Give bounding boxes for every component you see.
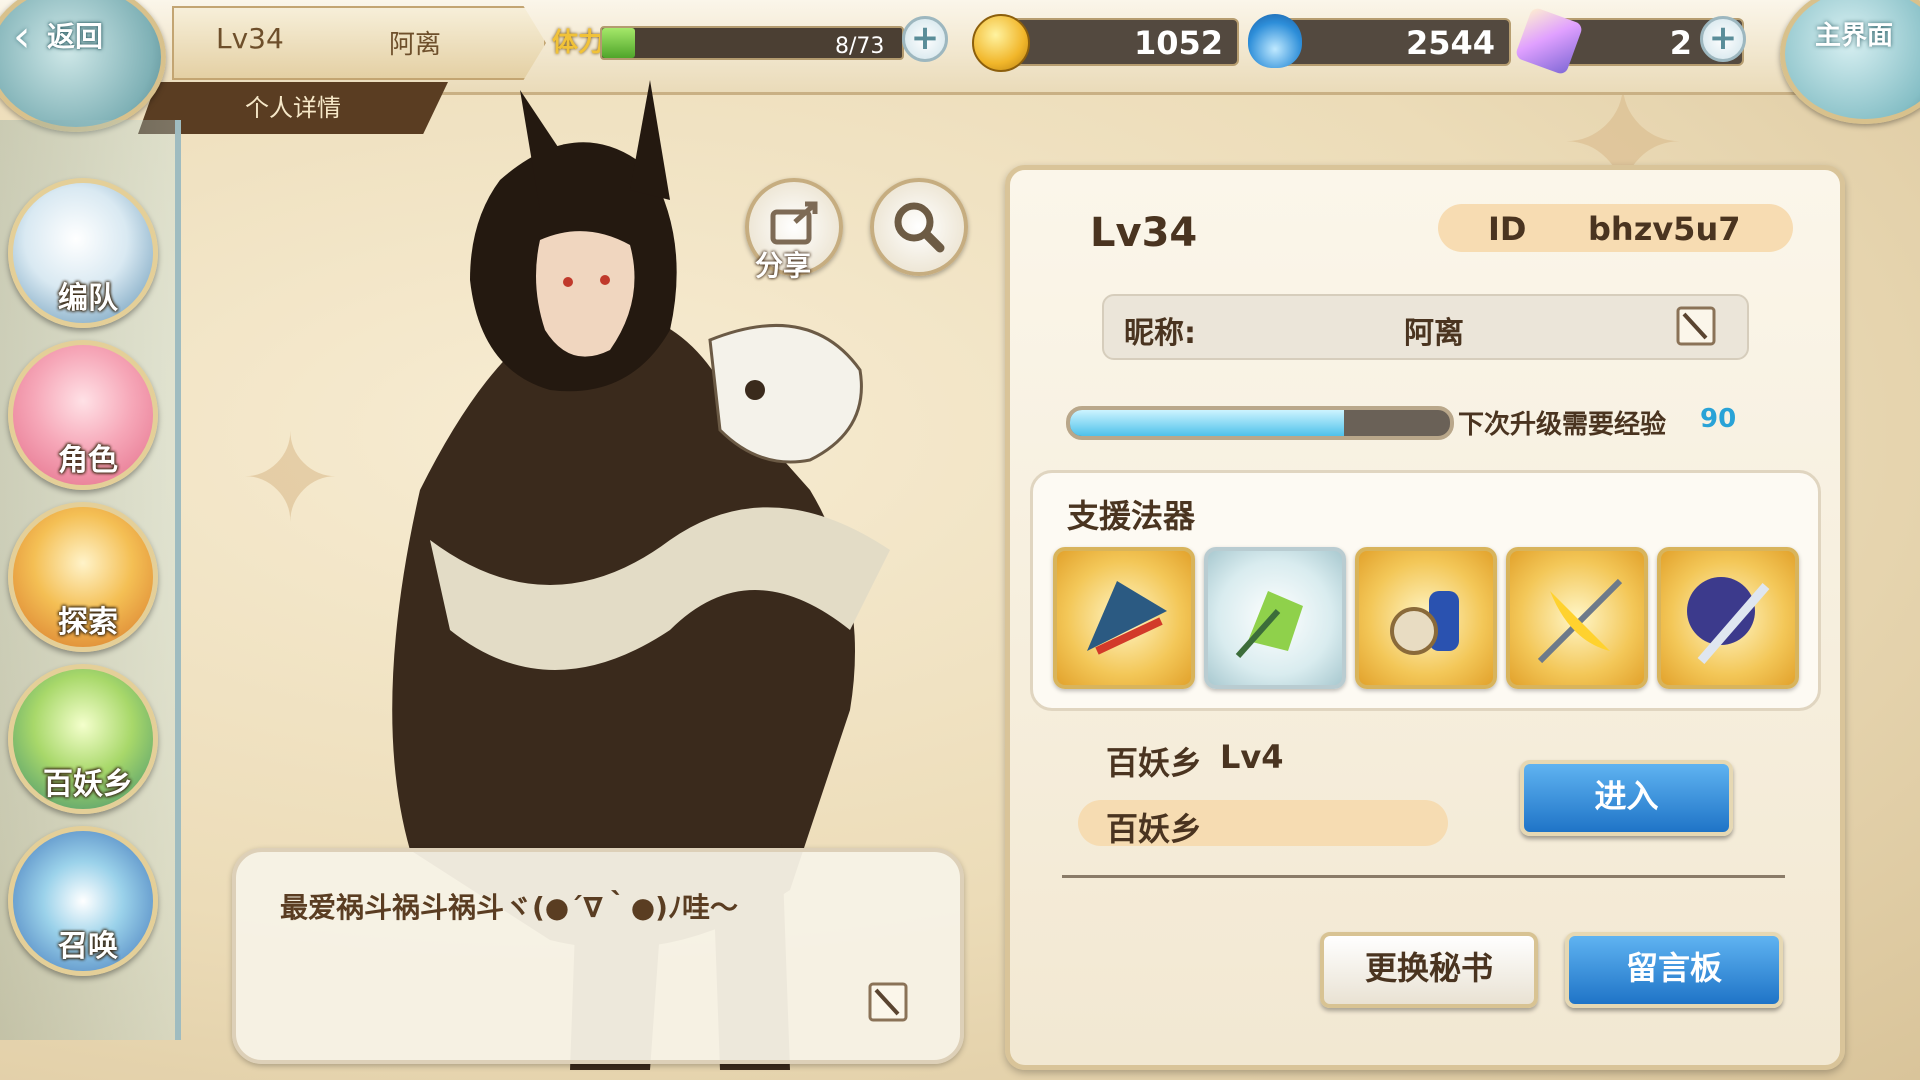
exp-progress-fill (1070, 410, 1344, 436)
message-board-button[interactable]: 留言板 (1565, 932, 1783, 1008)
stamina-label: 体力 (552, 28, 605, 58)
next-level-exp-value: 90 (1700, 404, 1737, 434)
support-artifact-title: 支援法器 (1067, 497, 1196, 535)
sidebar-item-characters[interactable]: 角色 (8, 340, 158, 490)
support-artifact-section: 支援法器 (1030, 470, 1821, 711)
sidebar-item-label: 角色 (58, 443, 118, 478)
back-label: 返回 (47, 20, 104, 53)
sidebar: 编队 角色 探索 百妖乡 召唤 (0, 120, 181, 1040)
profile-level: Lv34 (1090, 210, 1198, 256)
village-level: Lv4 (1220, 738, 1284, 776)
blue-flame-icon (1248, 14, 1302, 68)
spirit-sword-artifact-icon[interactable] (1657, 547, 1799, 689)
exp-progress-bar (1066, 406, 1454, 440)
sidebar-item-explore[interactable]: 探索 (8, 502, 158, 652)
player-id-box: ID bhzv5u7 (1438, 204, 1793, 252)
sidebar-item-label: 召唤 (58, 929, 118, 964)
village-sub-text: 百妖乡 (1106, 810, 1203, 848)
edit-nickname-button[interactable] (1674, 304, 1718, 348)
magnifier-icon (894, 202, 945, 253)
enter-village-button[interactable]: 进入 (1520, 760, 1733, 836)
profile-panel: Lv34 ID bhzv5u7 昵称: 阿离 下次升级需要经验 90 支援法器 (1005, 165, 1845, 1070)
home-label: 主界面 (1815, 21, 1894, 51)
sidebar-item-label: 探索 (58, 605, 118, 640)
add-stamina-button[interactable]: + (902, 16, 948, 62)
share-label: 分享 (755, 249, 812, 282)
gold-coin-icon (972, 14, 1030, 72)
scroll-artifact-icon[interactable] (1355, 547, 1497, 689)
edit-speech-button[interactable] (866, 980, 910, 1024)
sidebar-item-label: 百妖乡 (43, 767, 133, 802)
sidebar-item-label: 编队 (58, 281, 118, 316)
sidebar-item-summon[interactable]: 召唤 (8, 826, 158, 976)
soul-fire-value: 2544 (1405, 24, 1495, 62)
village-name: 百妖乡 (1106, 744, 1203, 782)
golden-spear-artifact-icon[interactable] (1506, 547, 1648, 689)
sidebar-item-village[interactable]: 百妖乡 (8, 664, 158, 814)
speech-bubble: 最爱祸斗祸斗祸斗ヾ(●´∇｀●)ﾉ哇～ (232, 848, 964, 1064)
add-crystal-button[interactable]: + (1700, 16, 1746, 62)
divider (1062, 875, 1785, 878)
gold-value: 1052 (1133, 24, 1223, 62)
speech-text: 最爱祸斗祸斗祸斗ヾ(●´∇｀●)ﾉ哇～ (280, 891, 738, 924)
nickname-label: 昵称: (1124, 316, 1196, 351)
village-sub-label: 百妖乡 (1078, 800, 1448, 848)
id-value: bhzv5u7 (1588, 210, 1741, 248)
back-arrow-icon: ‹ (13, 11, 31, 62)
green-chime-artifact-icon[interactable] (1204, 547, 1346, 689)
nickname-field: 昵称: 阿离 (1102, 294, 1749, 360)
nickname-value: 阿离 (1404, 316, 1464, 351)
crystal-value: 2 (1669, 24, 1692, 62)
id-label: ID (1488, 210, 1527, 248)
sidebar-item-formation[interactable]: 编队 (8, 178, 158, 328)
fan-artifact-icon[interactable] (1053, 547, 1195, 689)
player-level: Lv34 (216, 22, 284, 55)
next-level-exp-label: 下次升级需要经验 (1458, 410, 1667, 440)
player-name-plate: Lv34 阿离 (172, 6, 546, 80)
player-name: 阿离 (389, 30, 442, 60)
stamina-value: 8/73 (835, 34, 885, 59)
change-secretary-button[interactable]: 更换秘书 (1320, 932, 1538, 1008)
stamina-bar-fill (602, 28, 635, 58)
zoom-button[interactable] (870, 178, 968, 276)
